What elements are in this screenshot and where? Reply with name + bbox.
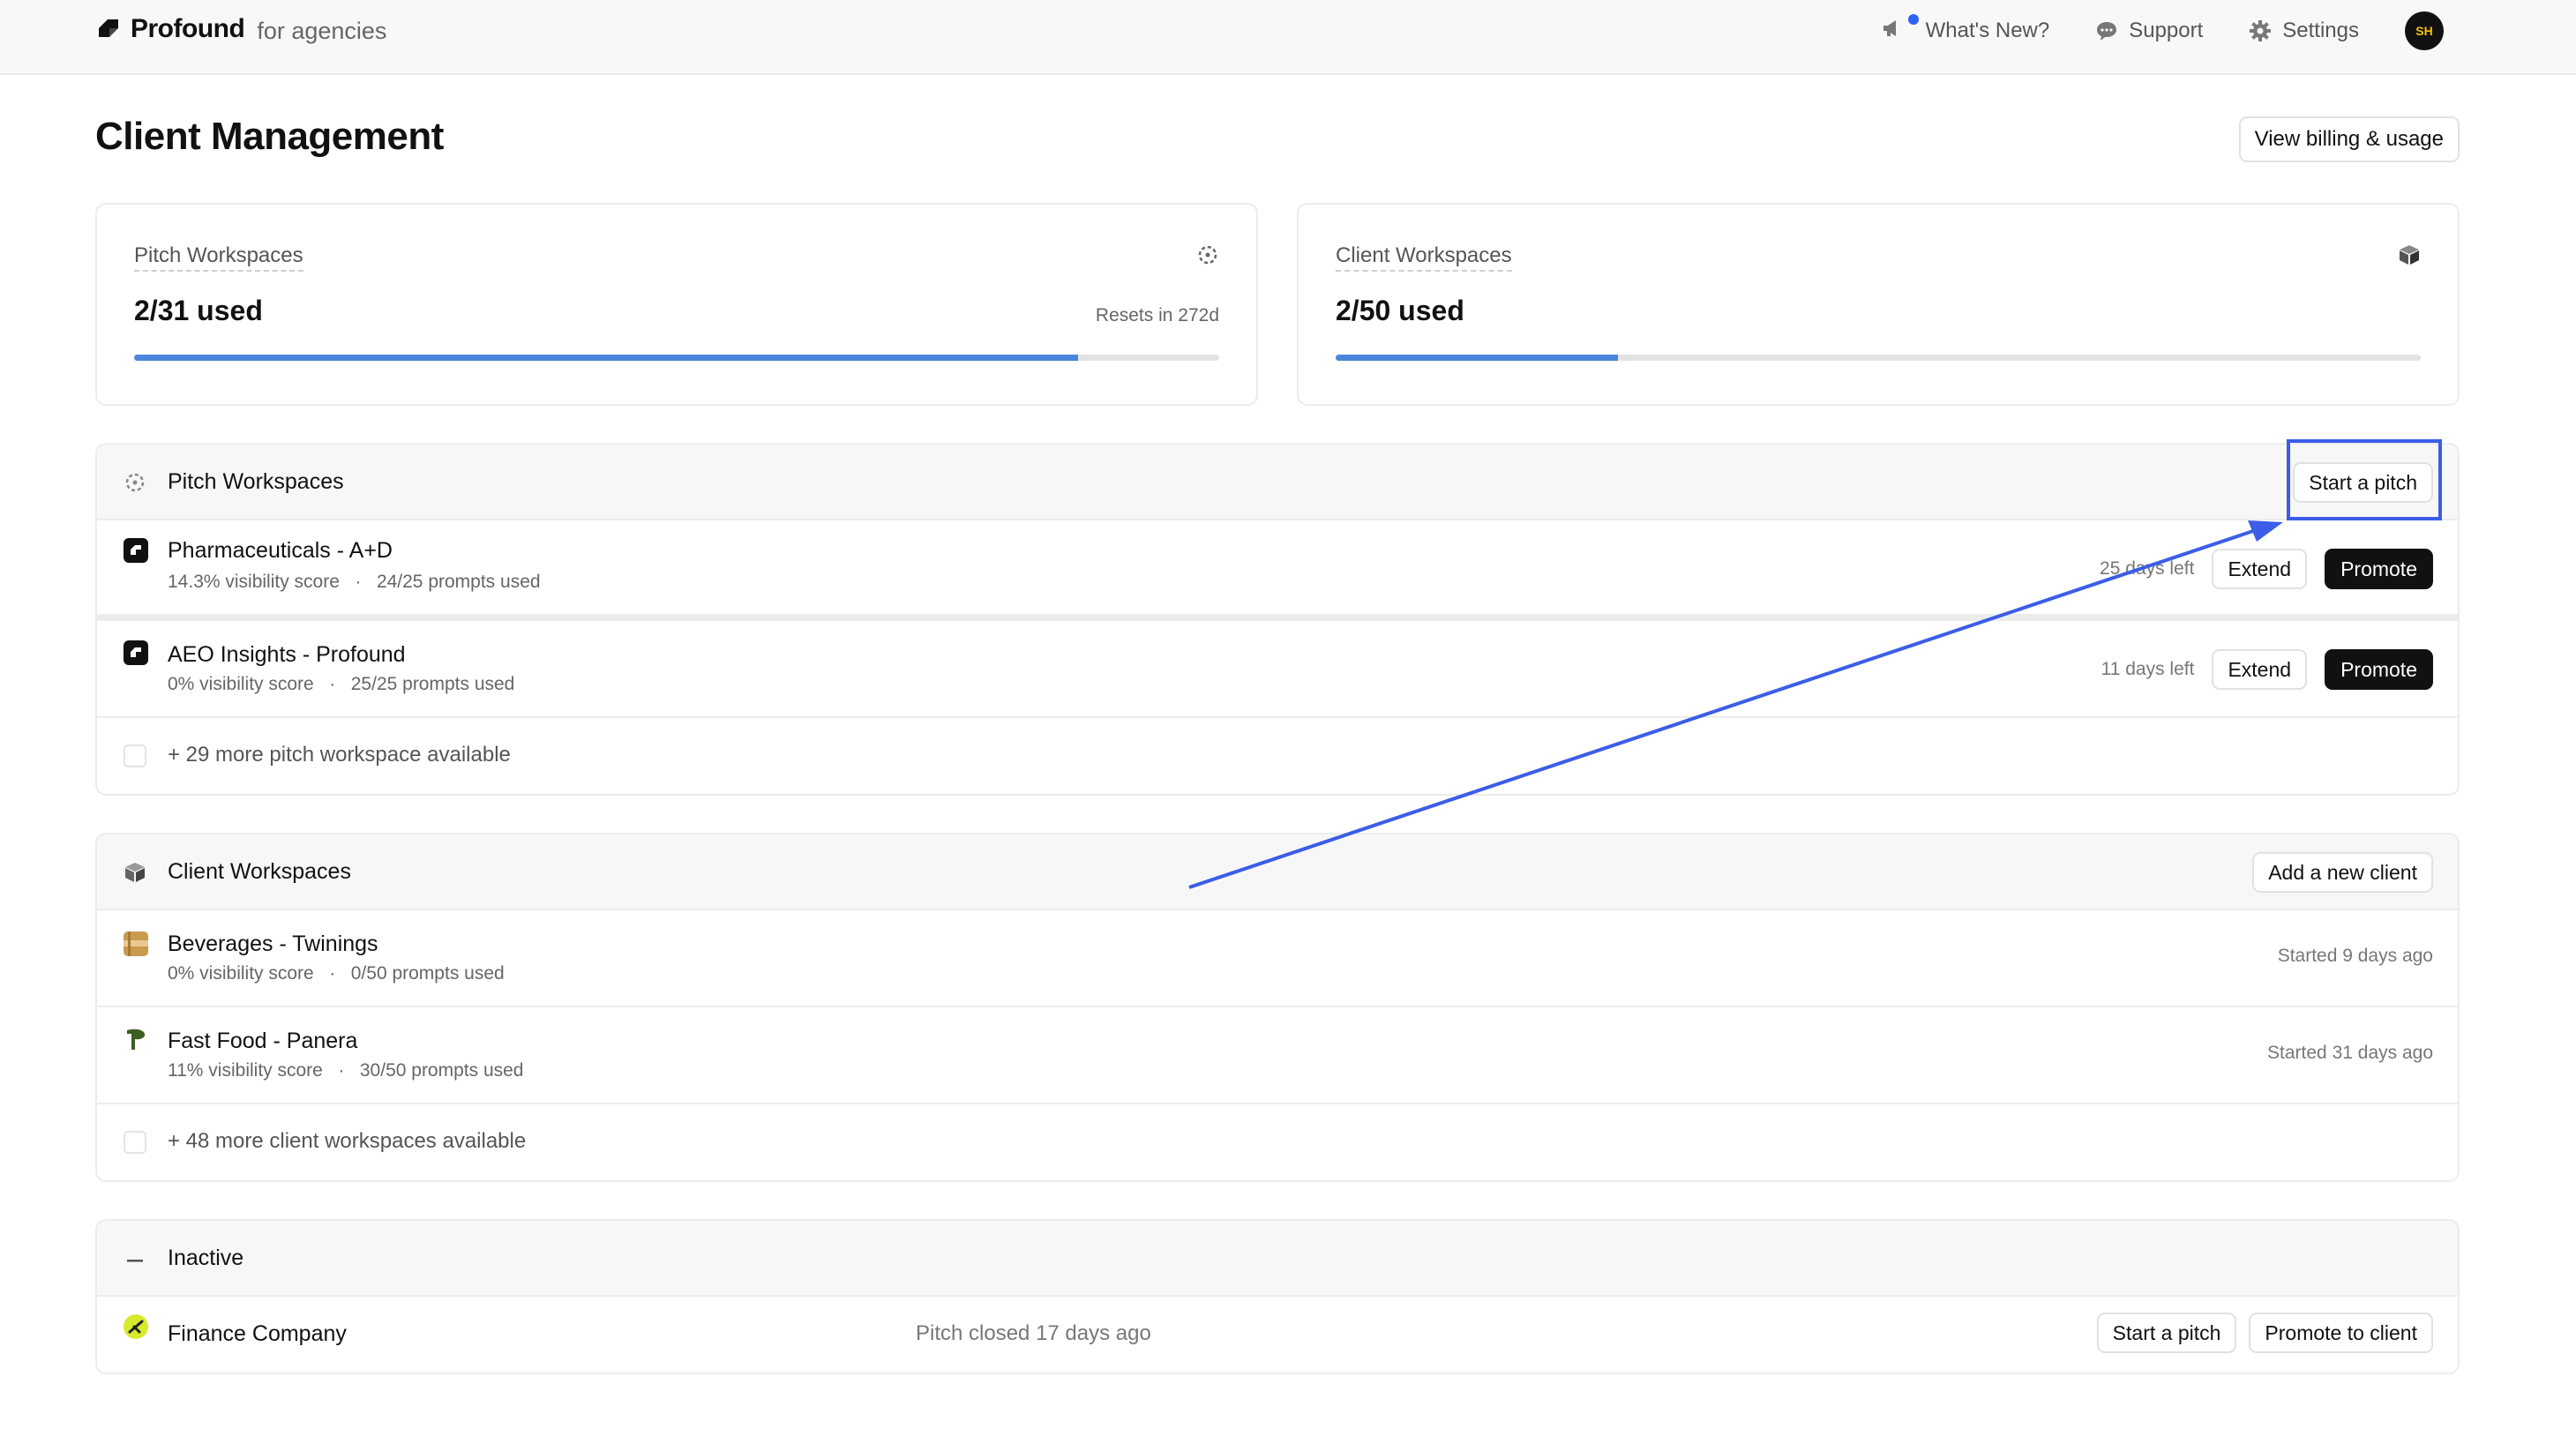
annotation-arrow-line xyxy=(1188,527,2259,889)
arrow-head-icon xyxy=(2248,520,2283,542)
annotation-overlay xyxy=(1188,520,2283,889)
